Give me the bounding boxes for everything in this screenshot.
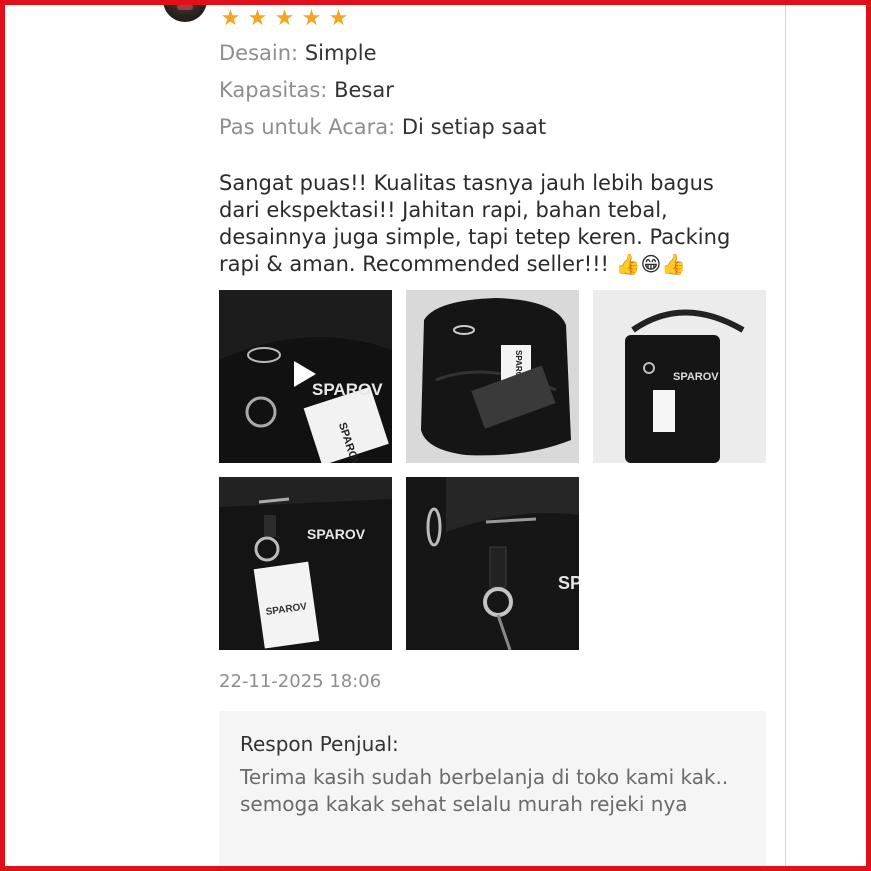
right-divider [785, 0, 786, 871]
attribute-label: Kapasitas: [219, 78, 328, 102]
review-photo-thumbnail[interactable]: SPAROV SPAROV [219, 477, 392, 650]
attribute-label: Desain: [219, 41, 299, 65]
star-icon: ★ [220, 6, 241, 31]
brand-text: SPAROV [312, 380, 383, 399]
review-video-thumbnail[interactable]: SPAROV SPAROV [219, 290, 392, 463]
review-photo-thumbnail[interactable]: SPAROV [593, 290, 766, 463]
seller-response-title: Respon Penjual: [240, 732, 399, 756]
emoji-thumbs-grin: 👍😁👍 [615, 252, 687, 276]
seller-response-text: Terima kasih sudah berbelanja di toko ka… [240, 765, 729, 816]
play-icon[interactable] [294, 361, 316, 387]
rating-stars: ★ ★ ★ ★ ★ [218, 7, 351, 31]
star-icon: ★ [328, 6, 349, 31]
attribute-value: Di setiap saat [401, 115, 547, 139]
attribute-capacity: Kapasitas: Besar [219, 78, 394, 102]
attribute-value: Simple [304, 41, 377, 65]
brand-text: SP [558, 573, 579, 593]
review-timestamp: 22-11-2025 18:06 [219, 671, 382, 692]
star-icon: ★ [301, 6, 322, 31]
star-icon: ★ [247, 6, 268, 31]
attribute-value: Besar [334, 78, 394, 102]
review-text: Sangat puas!! Kualitas tasnya jauh lebih… [219, 170, 759, 278]
attribute-label: Pas untuk Acara: [219, 115, 396, 139]
review-photo-thumbnail[interactable]: SPAROV [406, 290, 579, 463]
reviewer-avatar[interactable] [163, 0, 207, 22]
attribute-occasion: Pas untuk Acara: Di setiap saat [219, 115, 546, 139]
seller-response-box: Respon Penjual: Terima kasih sudah berbe… [219, 711, 766, 871]
attribute-design: Desain: Simple [219, 41, 377, 65]
star-icon: ★ [274, 6, 295, 31]
brand-text: SPAROV [307, 526, 366, 542]
brand-text: SPAROV [673, 371, 719, 383]
review-photo-thumbnail[interactable]: SP [406, 477, 579, 650]
